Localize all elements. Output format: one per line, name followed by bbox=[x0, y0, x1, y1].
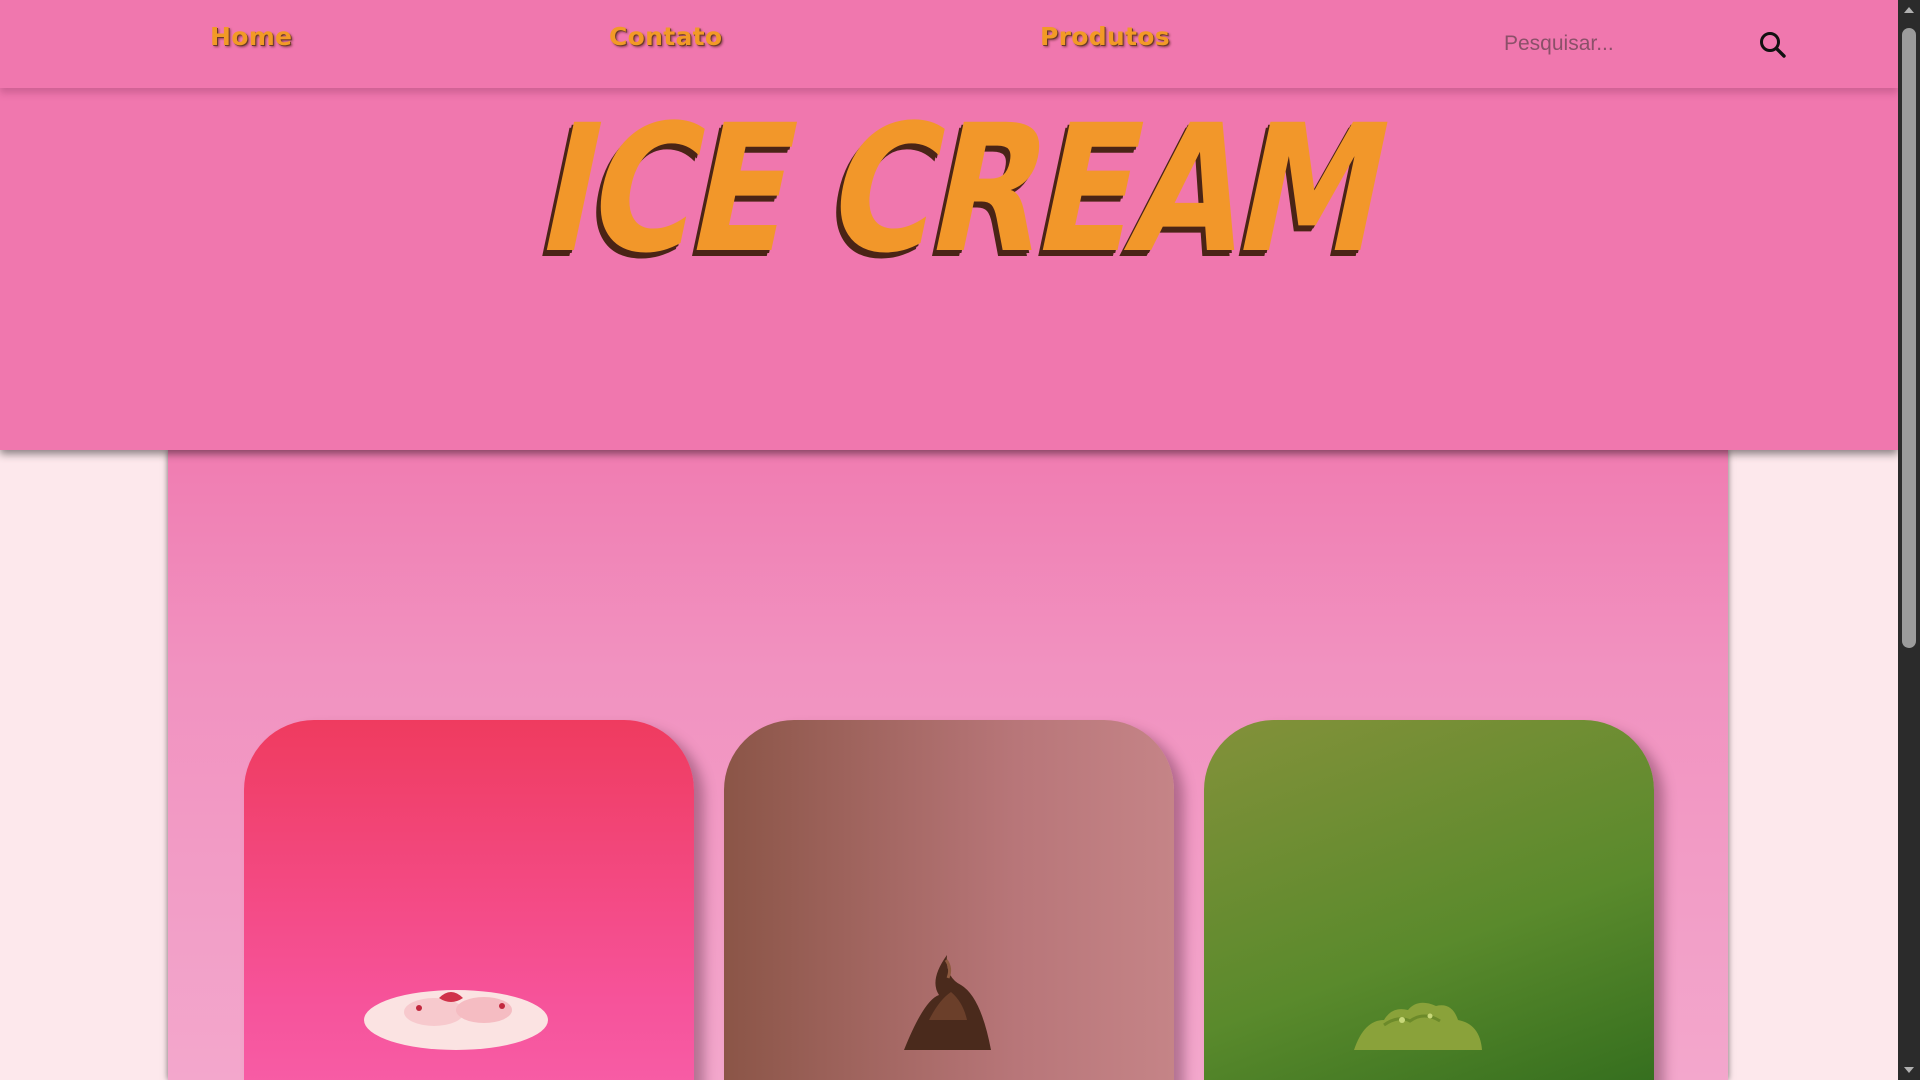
nav-link-home[interactable]: Home bbox=[210, 22, 292, 51]
pistachio-ice-cream-image bbox=[1354, 1002, 1482, 1050]
search-bar bbox=[1490, 24, 1790, 64]
nav-link-contato[interactable]: Contato bbox=[609, 22, 722, 51]
nav-link-produtos[interactable]: Produtos bbox=[1040, 22, 1170, 51]
product-card-pistachio[interactable] bbox=[1204, 720, 1654, 1080]
scrollbar-thumb[interactable] bbox=[1902, 28, 1916, 648]
search-icon[interactable] bbox=[1756, 28, 1790, 62]
scroll-up-arrow-icon[interactable] bbox=[1903, 4, 1915, 16]
site-header: Home Contato Produtos ICE CREAM bbox=[0, 0, 1898, 450]
product-card-strawberry[interactable] bbox=[244, 720, 694, 1080]
logo: ICE CREAM bbox=[525, 87, 1404, 310]
products-panel bbox=[168, 450, 1728, 1080]
product-card-chocolate[interactable] bbox=[724, 720, 1174, 1080]
search-input[interactable] bbox=[1490, 24, 1730, 64]
vertical-scrollbar[interactable] bbox=[1898, 0, 1920, 1080]
strawberry-ice-cream-image bbox=[364, 990, 548, 1050]
top-nav: Home Contato Produtos bbox=[0, 0, 1898, 88]
page: Home Contato Produtos ICE CREAM bbox=[0, 0, 1898, 1080]
logo-text: ICE CREAM bbox=[524, 87, 1404, 292]
chocolate-ice-cream-image bbox=[904, 955, 991, 1050]
scroll-down-arrow-icon[interactable] bbox=[1903, 1064, 1915, 1076]
